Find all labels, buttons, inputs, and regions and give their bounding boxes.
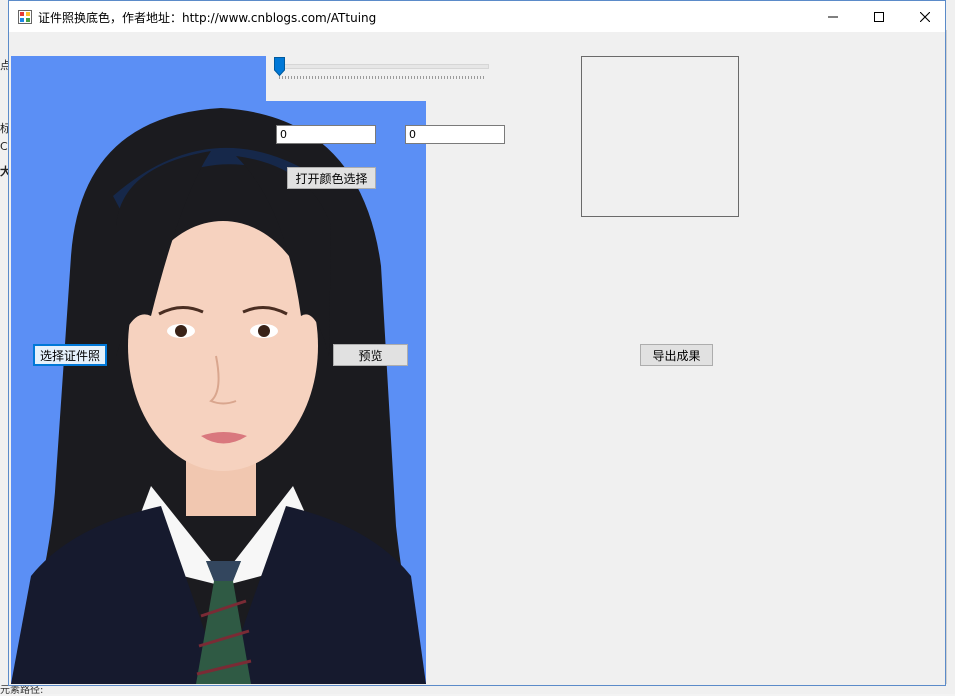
close-icon — [920, 11, 930, 22]
window-title: 证件照换底色，作者地址：http://www.cnblogs.com/ATtui… — [38, 11, 377, 25]
export-button[interactable]: 导出成果 — [640, 344, 713, 366]
main-window: 证件照换底色，作者地址：http://www.cnblogs.com/ATtui… — [8, 0, 946, 686]
portrait-image — [11, 56, 426, 684]
background-app-right-strip — [946, 30, 955, 690]
preview-button[interactable]: 预览 — [333, 344, 408, 366]
background-fragment: C — [0, 140, 8, 153]
title-bar[interactable]: 证件照换底色，作者地址：http://www.cnblogs.com/ATtui… — [9, 1, 945, 32]
value-a-input[interactable] — [276, 125, 376, 144]
slider-ticks — [279, 76, 485, 79]
value-b-input[interactable] — [405, 125, 505, 144]
app-icon — [18, 10, 32, 24]
background-status-text: 元素路径: — [0, 685, 44, 696]
maximize-icon — [874, 11, 884, 22]
maximize-button[interactable] — [856, 1, 902, 32]
minimize-icon — [828, 16, 838, 17]
threshold-slider-track[interactable] — [277, 64, 489, 69]
open-color-picker-button[interactable]: 打开颜色选择 — [287, 167, 376, 189]
select-photo-button[interactable]: 选择证件照 — [33, 344, 107, 366]
threshold-slider-thumb[interactable] — [274, 57, 285, 76]
minimize-button[interactable] — [810, 1, 856, 32]
color-preview-box — [581, 56, 739, 217]
close-button[interactable] — [902, 1, 948, 32]
client-area: 打开颜色选择 选择证件照 预览 导出成果 — [9, 32, 945, 685]
id-photo — [11, 56, 426, 684]
